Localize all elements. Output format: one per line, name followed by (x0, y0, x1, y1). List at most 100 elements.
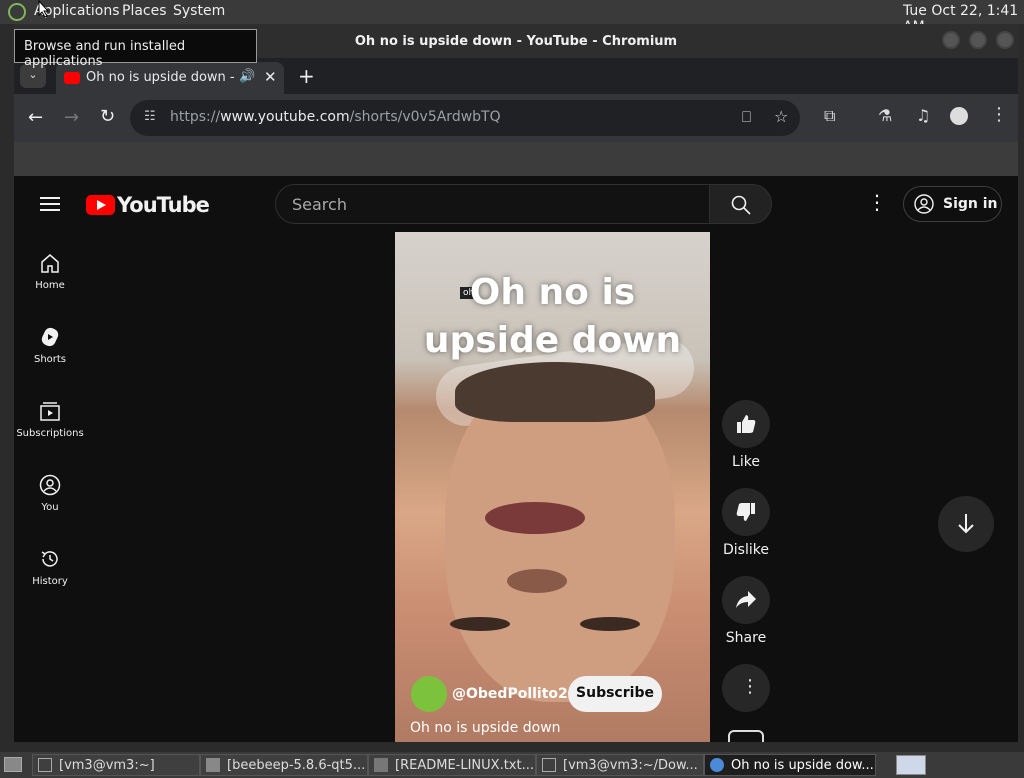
media-controls-icon[interactable]: ♫ (916, 106, 930, 125)
nav-you[interactable]: You (14, 474, 86, 542)
minimize-button[interactable] (942, 31, 960, 49)
taskbar-item-chromium[interactable]: Oh no is upside dow... (704, 754, 876, 776)
profile-avatar-icon[interactable] (950, 107, 968, 125)
taskbar-item-label: [README-LINUX.txt... (395, 758, 534, 773)
history-icon (41, 551, 58, 567)
nav-home[interactable]: Home (14, 252, 86, 320)
shorts-icon (41, 327, 59, 347)
nav-subscriptions[interactable]: Subscriptions (14, 400, 86, 468)
search-input[interactable]: Search (275, 184, 711, 224)
browser-toolbar: ← → ↻ ☷ https://www.youtube.com/shorts/v… (14, 94, 1018, 142)
settings-more-icon[interactable]: ⋮ (867, 190, 887, 214)
short-video-player[interactable]: oh Oh no is upside down @ObedPollito285 … (395, 232, 710, 742)
install-app-icon[interactable]: ⎕ (742, 108, 751, 126)
nav-shorts[interactable]: Shorts (14, 326, 86, 394)
places-menu[interactable]: Places (122, 3, 167, 19)
video-eye-left-shape (450, 617, 510, 631)
nav-home-label: Home (35, 280, 65, 291)
taskbar-item-label: [vm3@vm3:~/Dow... (563, 758, 698, 773)
extensions-icon[interactable]: ⧉ (824, 106, 835, 126)
video-nose-shape (507, 569, 567, 593)
folder-icon (206, 758, 220, 772)
maximize-button[interactable] (969, 31, 987, 49)
channel-name[interactable]: @ObedPollito285 (452, 686, 587, 702)
url-scheme: https:// (170, 109, 221, 125)
url-text[interactable]: https://www.youtube.com/shorts/v0v5Ardwb… (170, 109, 501, 125)
video-mouth-shape (485, 502, 585, 534)
nav-history-label: History (32, 576, 68, 587)
new-tab-icon[interactable]: + (298, 64, 315, 88)
youtube-page: YouTube Search ⋮ Sign in Home Shorts Sub… (14, 176, 1018, 742)
subscribe-button[interactable]: Subscribe (568, 676, 662, 712)
terminal-icon (542, 758, 556, 772)
overlay-text-line2: upside down (423, 320, 682, 361)
channel-avatar[interactable] (411, 676, 447, 712)
more-vert-icon: ⋮ (741, 676, 759, 697)
tab-title: Oh no is upside down - Yo (86, 70, 236, 85)
text-editor-icon (374, 758, 388, 772)
account-icon (914, 194, 934, 214)
audio-playing-icon[interactable]: 🔊 (239, 69, 255, 84)
show-desktop-icon[interactable] (4, 757, 22, 772)
tooltip: Browse and run installed applications (14, 29, 257, 69)
bookmark-star-icon[interactable]: ☆ (774, 107, 788, 126)
labs-flask-icon[interactable]: ⚗ (878, 106, 892, 125)
dislike-button[interactable] (722, 488, 770, 536)
overlay-text-line1: Oh no is (469, 272, 636, 313)
taskbar-item-label: [vm3@vm3:~] (59, 758, 155, 773)
arrow-down-icon (958, 514, 974, 534)
nav-shorts-label: Shorts (33, 354, 67, 365)
nav-subscriptions-label: Subscriptions (16, 428, 84, 439)
next-short-button[interactable] (938, 496, 994, 552)
you-account-icon (39, 474, 61, 496)
video-chin-shape (455, 362, 655, 422)
close-window-button[interactable] (996, 31, 1014, 49)
reload-icon[interactable]: ↻ (100, 106, 115, 127)
site-info-icon[interactable]: ☷ (144, 109, 156, 124)
infobar-area (14, 142, 1018, 176)
share-label: Share (725, 630, 767, 646)
share-button[interactable] (722, 576, 770, 624)
forward-icon[interactable]: → (64, 107, 79, 128)
taskbar-item-label: [beebeep-5.8.6-qt5... (227, 758, 366, 773)
distro-logo-icon[interactable] (8, 3, 26, 21)
top-panel: Applications Places System Tue Oct 22, 1… (0, 0, 1024, 35)
youtube-logo-icon (86, 195, 115, 215)
sign-in-button[interactable]: Sign in (903, 186, 1002, 222)
like-button[interactable] (722, 400, 770, 448)
short-title: Oh no is upside down (410, 720, 561, 736)
taskbar-item-readme[interactable]: [README-LINUX.txt... (368, 754, 536, 776)
tab-strip: ⌄ Oh no is upside down - Yo 🔊 ✕ + (14, 58, 1018, 94)
youtube-favicon-icon (64, 72, 80, 84)
bottom-taskbar: [vm3@vm3:~] [beebeep-5.8.6-qt5... [READM… (0, 752, 1024, 778)
taskbar-item-label: Oh no is upside dow... (731, 758, 874, 773)
share-arrow-icon (736, 591, 756, 608)
taskbar-item-folder[interactable]: [beebeep-5.8.6-qt5... (200, 754, 368, 776)
sound-thumbnail[interactable] (728, 730, 764, 742)
nav-history[interactable]: History (14, 548, 86, 616)
search-button[interactable] (709, 184, 772, 224)
taskbar-item-terminal-1[interactable]: [vm3@vm3:~] (32, 754, 200, 776)
thumbs-up-icon (737, 415, 756, 433)
system-menu[interactable]: System (173, 3, 225, 19)
back-icon[interactable]: ← (28, 107, 43, 128)
chromium-icon (710, 758, 724, 772)
terminal-icon (38, 758, 52, 772)
subscriptions-icon (40, 402, 60, 421)
url-host: www.youtube.com (220, 109, 350, 125)
sign-in-label: Sign in (943, 196, 998, 212)
chrome-menu-icon[interactable]: ⋮ (990, 104, 1008, 125)
more-actions-button[interactable]: ⋮ (722, 664, 770, 712)
video-eye-right-shape (580, 617, 640, 631)
like-label: Like (732, 454, 760, 470)
close-tab-icon[interactable]: ✕ (264, 68, 277, 86)
mouse-cursor-icon (38, 0, 50, 18)
hamburger-menu-icon[interactable] (40, 196, 60, 212)
search-icon (731, 195, 751, 215)
workspace-switcher[interactable] (896, 755, 926, 775)
url-path: /shorts/v0v5ArdwbTQ (349, 109, 501, 125)
taskbar-item-terminal-2[interactable]: [vm3@vm3:~/Dow... (536, 754, 704, 776)
nav-you-label: You (41, 502, 59, 513)
dislike-label: Dislike (723, 542, 769, 558)
address-bar[interactable]: ☷ https://www.youtube.com/shorts/v0v5Ard… (130, 100, 800, 136)
